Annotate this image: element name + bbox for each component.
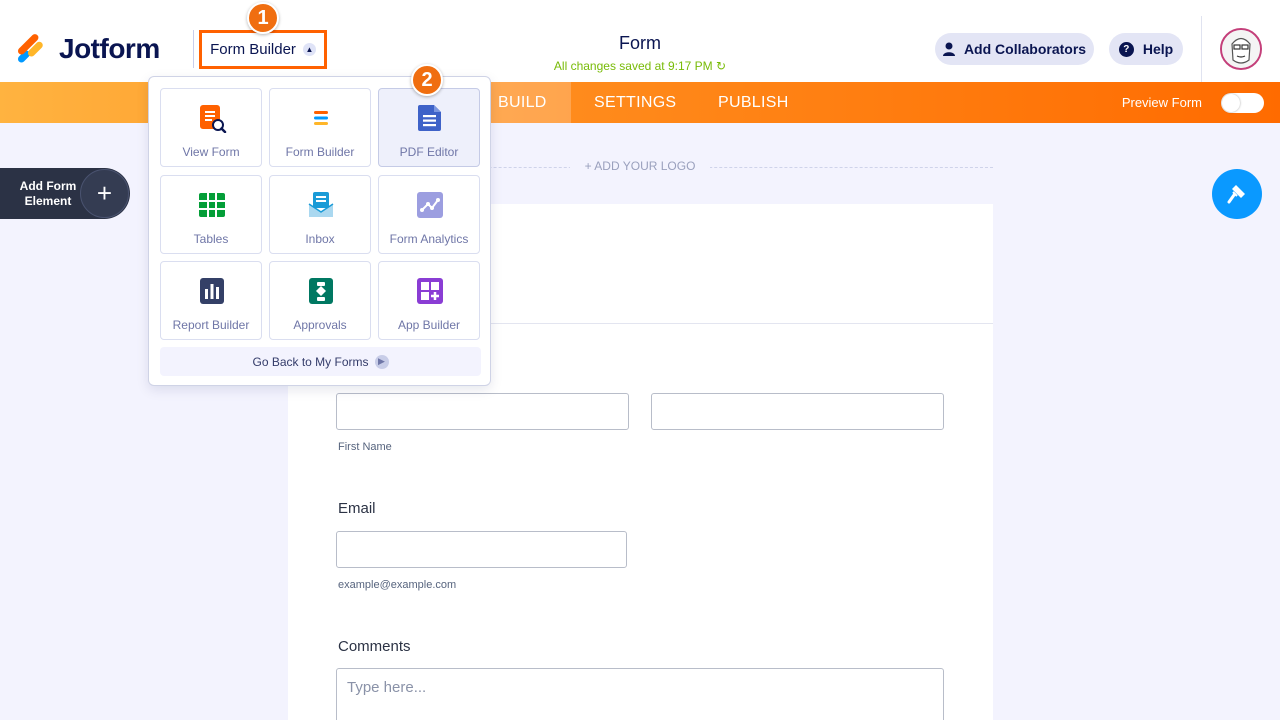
user-icon [942, 42, 955, 56]
form-title-area: Form All changes saved at 9:17 PM ↻ [490, 33, 790, 73]
form-builder-toggle[interactable]: Form Builder ▲ [199, 30, 327, 69]
view-form-icon [200, 105, 227, 133]
tile-label: Approvals [293, 318, 347, 332]
tab-publish[interactable]: PUBLISH [718, 82, 789, 123]
plus-icon: + [80, 169, 129, 218]
tile-form-builder[interactable]: Form Builder [269, 88, 371, 167]
jotform-logo[interactable]: Jotform [16, 32, 160, 65]
preview-form-label: Preview Form [1121, 95, 1202, 110]
chevron-right-icon: ▶ [374, 354, 389, 369]
tile-approvals[interactable]: Approvals [269, 261, 371, 340]
tab-settings[interactable]: SETTINGS [594, 82, 676, 123]
app-builder-icon [417, 278, 443, 304]
go-back-label: Go Back to My Forms [252, 354, 369, 369]
logo-text: Jotform [59, 33, 160, 64]
tile-tables[interactable]: Tables [160, 175, 262, 254]
help-button[interactable]: ? Help [1109, 33, 1183, 65]
email-sublabel: example@example.com [338, 579, 457, 591]
pdf-editor-icon [418, 105, 441, 131]
comments-label: Comments [338, 638, 411, 655]
email-label: Email [338, 500, 376, 517]
toggle-knob [1222, 94, 1240, 112]
tile-view-form[interactable]: View Form [160, 88, 262, 167]
avatar-image [1222, 30, 1260, 68]
tile-pdf-editor[interactable]: PDF Editor [378, 88, 480, 167]
approvals-icon [309, 278, 333, 304]
tile-label: Report Builder [172, 318, 250, 332]
first-name-input[interactable] [336, 393, 629, 430]
tile-label: PDF Editor [399, 145, 459, 159]
app-header: Jotform Form Builder ▲ Form All changes … [0, 0, 1280, 82]
form-analytics-icon [417, 192, 443, 218]
tile-label: Tables [193, 232, 229, 246]
save-status: All changes saved at 9:17 PM ↻ [490, 59, 790, 73]
tile-label: Inbox [305, 232, 335, 246]
add-form-element-label: Add Form Element [19, 179, 77, 208]
tile-form-analytics[interactable]: Form Analytics [378, 175, 480, 254]
form-designer-button[interactable] [1212, 169, 1262, 219]
avatar[interactable] [1220, 28, 1262, 70]
step-badge-2: 2 [411, 64, 443, 96]
tile-report-builder[interactable]: Report Builder [160, 261, 262, 340]
paint-roller-icon [1227, 185, 1245, 204]
help-icon: ? [1118, 41, 1134, 57]
go-back-to-my-forms-button[interactable]: Go Back to My Forms ▶ [160, 347, 481, 376]
form-title[interactable]: Form [490, 33, 790, 54]
email-input[interactable] [336, 531, 627, 568]
tile-label: View Form [182, 145, 240, 159]
tile-app-builder[interactable]: App Builder [378, 261, 480, 340]
preview-form-toggle[interactable] [1221, 93, 1264, 113]
first-name-sublabel: First Name [338, 441, 392, 453]
comments-textarea[interactable]: Type here... [336, 668, 944, 720]
chevron-up-icon: ▲ [302, 43, 316, 56]
add-collaborators-label: Add Collaborators [963, 41, 1087, 57]
report-builder-icon [200, 278, 224, 304]
app-switcher-dropdown: View Form Form Builder PDF Editor Tables [148, 76, 491, 386]
add-form-element-button[interactable]: Add Form Element + [0, 168, 130, 219]
last-name-input[interactable] [651, 393, 944, 430]
tile-label: Form Builder [285, 145, 355, 159]
header-divider-right [1201, 16, 1202, 82]
form-builder-toggle-label: Form Builder [210, 41, 296, 58]
form-builder-icon [314, 111, 328, 125]
tile-label: Form Analytics [389, 232, 469, 246]
save-status-text: All changes saved at 9:17 PM [553, 59, 713, 73]
header-divider [193, 30, 194, 68]
tables-icon [199, 193, 225, 217]
step-badge-1: 1 [247, 2, 279, 34]
jotform-logo-icon [16, 32, 47, 64]
add-collaborators-button[interactable]: Add Collaborators [935, 33, 1094, 65]
inbox-icon [308, 192, 334, 217]
refresh-icon: ↻ [716, 59, 727, 73]
tile-inbox[interactable]: Inbox [269, 175, 371, 254]
add-logo-link[interactable]: + ADD YOUR LOGO [570, 159, 710, 173]
tile-label: App Builder [397, 318, 461, 332]
help-label: Help [1142, 41, 1174, 57]
